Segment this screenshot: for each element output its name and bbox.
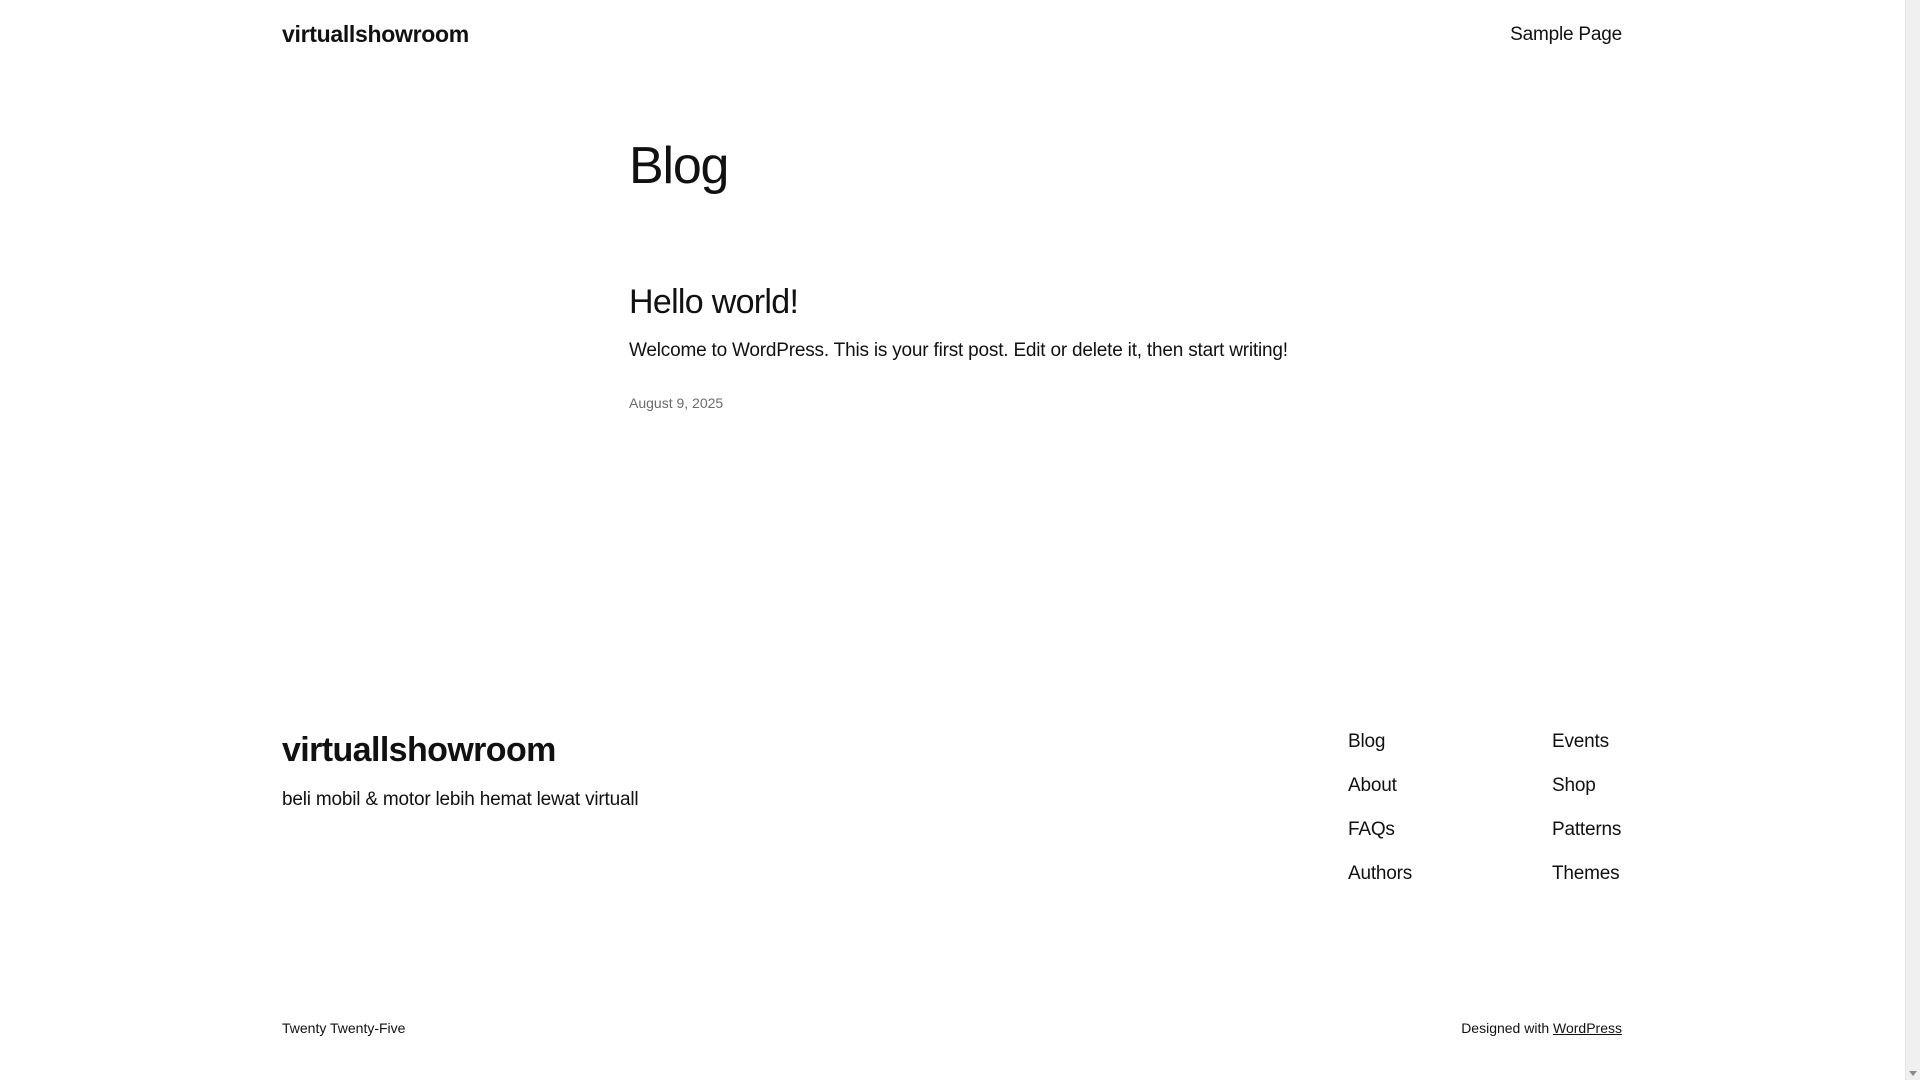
footer-nav-item-about[interactable]: About [1348,775,1397,796]
footer-tagline: beli mobil & motor lebih hemat lewat vir… [282,789,639,810]
footer-nav-item-patterns[interactable]: Patterns [1552,819,1621,840]
wordpress-link[interactable]: WordPress [1553,1020,1622,1036]
designed-with-credit: Designed with WordPress [1461,1017,1622,1039]
nav-item-sample-page[interactable]: Sample Page [1510,20,1622,50]
footer-nav-item-blog[interactable]: Blog [1348,731,1385,752]
post-excerpt: Welcome to WordPress. This is your first… [629,340,1288,361]
page: virtuallshowroom Sample Page Blog Hello … [0,0,1905,1080]
scroll-down-arrow-icon[interactable] [1909,1071,1917,1076]
footer-nav-item-themes[interactable]: Themes [1552,863,1620,884]
post-title-link[interactable]: Hello world! [629,279,799,325]
vertical-scrollbar[interactable] [1905,0,1920,1080]
theme-credit: Twenty Twenty-Five [282,1020,406,1036]
footer-nav-item-authors[interactable]: Authors [1348,863,1412,884]
footer-nav-item-shop[interactable]: Shop [1552,775,1596,796]
footer-nav-column-1: Blog About FAQs Authors [1348,728,1412,904]
page-title: Blog [629,137,729,195]
post-date[interactable]: August 9, 2025 [629,392,723,414]
designed-with-text: Designed with [1461,1020,1550,1036]
footer-site-title-link[interactable]: virtuallshowroom [282,726,556,774]
footer-nav-column-2: Events Shop Patterns Themes [1552,728,1621,904]
site-title-link[interactable]: virtuallshowroom [282,18,469,50]
footer-nav-item-events[interactable]: Events [1552,731,1609,752]
footer-nav-item-faqs[interactable]: FAQs [1348,819,1395,840]
